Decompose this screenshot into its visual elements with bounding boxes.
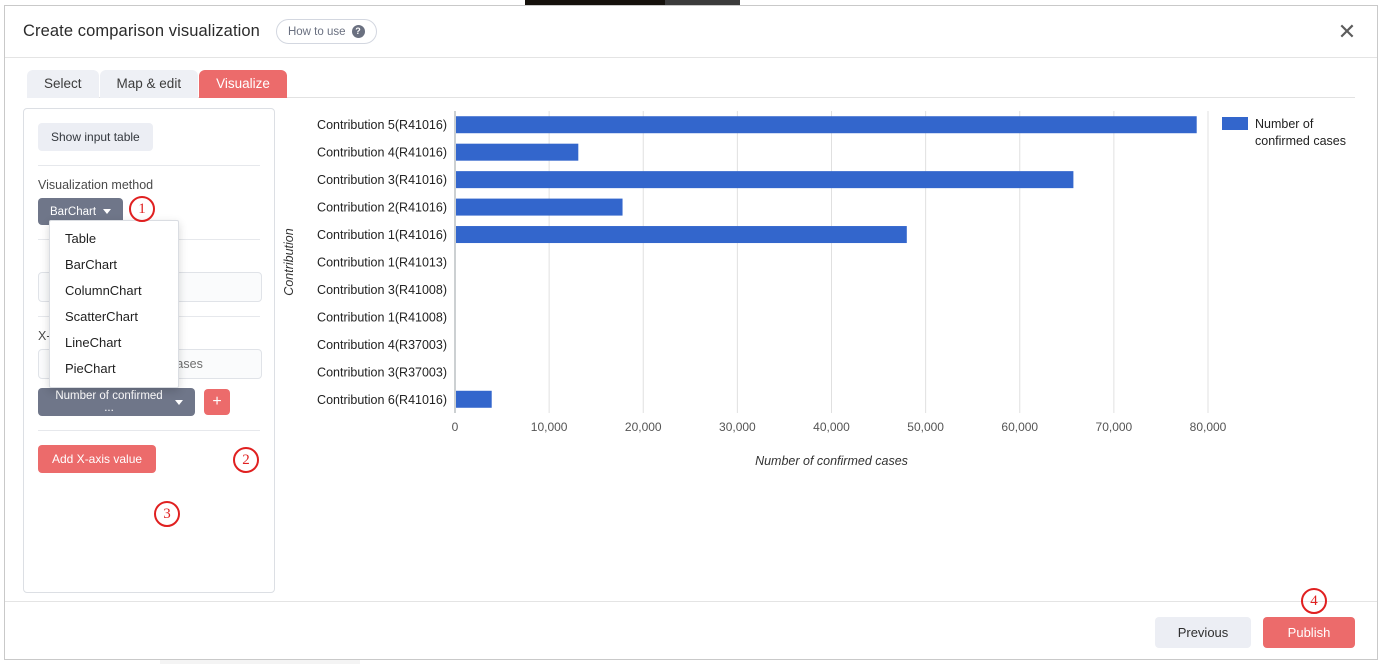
how-to-use-label: How to use bbox=[288, 26, 346, 38]
svg-text:Contribution 4(R41016): Contribution 4(R41016) bbox=[317, 146, 447, 160]
plus-icon[interactable]: + bbox=[204, 389, 230, 415]
tab-map-and-edit[interactable]: Map & edit bbox=[100, 70, 199, 98]
svg-text:Number of: Number of bbox=[1255, 117, 1314, 131]
svg-text:60,000: 60,000 bbox=[1001, 420, 1038, 434]
svg-text:Contribution: Contribution bbox=[283, 228, 296, 295]
wizard-tabs: Select Map & edit Visualize bbox=[5, 58, 1377, 98]
svg-text:10,000: 10,000 bbox=[531, 420, 568, 434]
svg-text:Contribution 4(R37003): Contribution 4(R37003) bbox=[317, 338, 447, 352]
svg-text:50,000: 50,000 bbox=[907, 420, 944, 434]
dialog-footer: Previous Publish bbox=[5, 601, 1377, 663]
svg-text:confirmed cases: confirmed cases bbox=[1255, 134, 1346, 148]
menu-item-columnchart[interactable]: ColumnChart bbox=[50, 278, 178, 304]
svg-text:Contribution 3(R37003): Contribution 3(R37003) bbox=[317, 365, 447, 379]
how-to-use-button[interactable]: How to use ? bbox=[276, 19, 377, 44]
visualization-method-value: BarChart bbox=[50, 206, 96, 218]
annotation-marker-2: 2 bbox=[233, 447, 259, 473]
svg-text:0: 0 bbox=[452, 420, 459, 434]
tab-visualize[interactable]: Visualize bbox=[199, 70, 287, 98]
bar-chart: Contribution 5(R41016) Contribution 4(R41… bbox=[283, 108, 1368, 593]
xaxis-value-selected: Number of confirmed ... bbox=[50, 390, 168, 414]
svg-text:Contribution 2(R41016): Contribution 2(R41016) bbox=[317, 201, 447, 215]
menu-item-piechart[interactable]: PieChart bbox=[50, 356, 178, 382]
previous-button[interactable]: Previous bbox=[1155, 617, 1251, 648]
svg-text:Number of confirmed cases: Number of confirmed cases bbox=[755, 454, 908, 468]
dialog-title: Create comparison visualization bbox=[23, 22, 260, 41]
svg-text:Contribution 1(R41013): Contribution 1(R41013) bbox=[317, 256, 447, 270]
menu-item-linechart[interactable]: LineChart bbox=[50, 330, 178, 356]
chevron-down-icon bbox=[103, 209, 111, 214]
svg-text:30,000: 30,000 bbox=[719, 420, 756, 434]
svg-text:Contribution 1(R41016): Contribution 1(R41016) bbox=[317, 228, 447, 242]
menu-item-barchart[interactable]: BarChart bbox=[50, 252, 178, 278]
svg-text:70,000: 70,000 bbox=[1096, 420, 1133, 434]
dialog-body: Show input table Visualization method Ba… bbox=[5, 98, 1377, 593]
annotation-marker-3: 3 bbox=[154, 501, 180, 527]
dialog-header: Create comparison visualization How to u… bbox=[5, 6, 1377, 58]
svg-text:Contribution 3(R41016): Contribution 3(R41016) bbox=[317, 173, 447, 187]
add-xaxis-value-button[interactable]: Add X-axis value bbox=[38, 445, 156, 473]
xaxis-value-row: Number of confirmed ... + bbox=[38, 388, 260, 416]
svg-text:Contribution 3(R41008): Contribution 3(R41008) bbox=[317, 283, 447, 297]
menu-item-scatterchart[interactable]: ScatterChart bbox=[50, 304, 178, 330]
background-right-edge bbox=[1379, 0, 1385, 664]
annotation-marker-1: 1 bbox=[129, 196, 155, 222]
annotation-marker-4: 4 bbox=[1301, 588, 1327, 614]
svg-text:20,000: 20,000 bbox=[625, 420, 662, 434]
xaxis-value-select[interactable]: Number of confirmed ... bbox=[38, 388, 195, 416]
visualization-settings-panel: Show input table Visualization method Ba… bbox=[23, 108, 275, 593]
visualization-method-label: Visualization method bbox=[38, 178, 260, 192]
question-mark-icon: ? bbox=[352, 25, 365, 38]
menu-item-table[interactable]: Table bbox=[50, 226, 178, 252]
divider-1 bbox=[38, 165, 260, 166]
close-icon[interactable]: ✕ bbox=[1333, 18, 1361, 46]
tab-select[interactable]: Select bbox=[27, 70, 99, 98]
visualization-method-menu: Table BarChart ColumnChart ScatterChart … bbox=[49, 220, 179, 388]
publish-button[interactable]: Publish bbox=[1263, 617, 1355, 648]
svg-text:40,000: 40,000 bbox=[813, 420, 850, 434]
chart-preview: Contribution 5(R41016) Contribution 4(R41… bbox=[283, 108, 1359, 593]
svg-text:Contribution 1(R41008): Contribution 1(R41008) bbox=[317, 310, 447, 324]
svg-text:80,000: 80,000 bbox=[1190, 420, 1227, 434]
show-input-table-button[interactable]: Show input table bbox=[38, 123, 153, 151]
svg-text:Contribution 5(R41016): Contribution 5(R41016) bbox=[317, 118, 447, 132]
create-comparison-visualization-dialog: Create comparison visualization How to u… bbox=[4, 5, 1378, 660]
svg-text:Contribution 6(R41016): Contribution 6(R41016) bbox=[317, 393, 447, 407]
chevron-down-icon bbox=[175, 400, 183, 405]
divider-4 bbox=[38, 430, 260, 431]
